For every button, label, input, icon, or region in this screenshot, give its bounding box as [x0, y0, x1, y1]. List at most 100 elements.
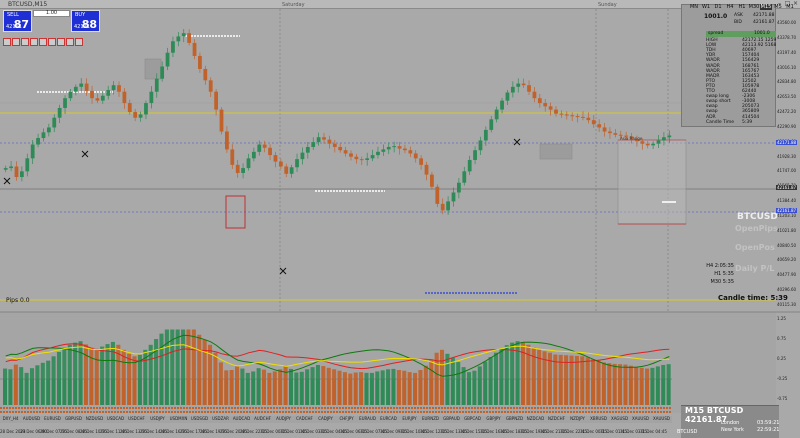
sell-button[interactable]: SELL 42161 87: [3, 10, 32, 32]
symbol-button[interactable]: AUDJPY: [273, 416, 294, 421]
strip-dot: [537, 407, 539, 409]
symbol-button[interactable]: CHFJPY: [336, 416, 357, 421]
timeframe-mn[interactable]: MN: [688, 4, 700, 10]
symbol-button[interactable]: USDMXN: [168, 416, 189, 421]
symbol-button[interactable]: AUDUSD: [21, 416, 42, 421]
tool-square-icon[interactable]: [3, 38, 11, 46]
timeframe-d1[interactable]: D1: [712, 4, 724, 10]
symbol-button[interactable]: XAUUSD: [651, 416, 672, 421]
strip-dot: [327, 407, 329, 409]
symbol-button[interactable]: CADJPY: [315, 416, 336, 421]
candle-body: [208, 80, 213, 92]
histogram-lower-bar: [601, 379, 606, 405]
symbol-button[interactable]: AUDCHF: [252, 416, 273, 421]
symbol-button[interactable]: USDSGD: [189, 416, 210, 421]
symbol-button[interactable]: DXY_H4: [0, 416, 21, 421]
tool-square-icon[interactable]: [21, 38, 29, 46]
tool-square-icon[interactable]: [66, 38, 74, 46]
shaded-zone: [539, 143, 573, 160]
symbol-button[interactable]: AUDCAD: [231, 416, 252, 421]
symbol-button[interactable]: GBPNZD: [504, 416, 525, 421]
strip-dot: [456, 411, 458, 413]
candle-body: [127, 103, 132, 113]
tool-square-icon[interactable]: [48, 38, 56, 46]
timeframe-m15[interactable]: M15: [760, 4, 772, 10]
strip-dot: [45, 411, 47, 413]
strip-dot: [366, 407, 368, 409]
timeframe-m30[interactable]: M30: [748, 4, 760, 10]
histogram-bar: [24, 372, 29, 379]
strip-dot: [435, 407, 437, 409]
symbol-button[interactable]: USDCAD: [105, 416, 126, 421]
symbol-button[interactable]: GBPCAD: [462, 416, 483, 421]
lot-size-input[interactable]: 1.00: [33, 10, 70, 17]
tool-square-icon[interactable]: [12, 38, 20, 46]
strip-dot: [201, 411, 203, 413]
symbol-button[interactable]: GBPJPY: [483, 416, 504, 421]
candle-body: [52, 117, 57, 128]
timer-h1: H1 5:35: [714, 271, 734, 277]
histogram-bar: [83, 344, 88, 379]
symbol-button[interactable]: EURCAD: [378, 416, 399, 421]
strip-dot: [333, 407, 335, 409]
timeframe-h4[interactable]: H4: [724, 4, 736, 10]
symbol-button[interactable]: EURJPY: [399, 416, 420, 421]
symbol-button[interactable]: USDCHF: [126, 416, 147, 421]
strip-dot: [576, 407, 578, 409]
symbol-button[interactable]: EURUSD: [42, 416, 63, 421]
histogram-lower-bar: [29, 379, 35, 405]
histogram-lower-bar: [8, 379, 13, 405]
tool-square-icon[interactable]: [75, 38, 83, 46]
histogram-bar: [596, 360, 601, 379]
symbol-button[interactable]: GBPAUD: [441, 416, 462, 421]
tool-square-icon[interactable]: [30, 38, 38, 46]
candle-body: [154, 78, 159, 92]
strip-dot: [234, 407, 236, 409]
histogram-lower-bar: [434, 379, 439, 405]
main-chart[interactable]: [0, 9, 800, 438]
tool-square-icon[interactable]: [57, 38, 65, 46]
strip-dot: [252, 411, 254, 413]
symbol-button[interactable]: USDZAR: [210, 416, 231, 421]
strip-dot: [69, 407, 71, 409]
strip-dot: [66, 411, 68, 413]
timeframe-h1[interactable]: H1: [736, 4, 748, 10]
histogram-lower-bar: [208, 379, 213, 405]
symbol-button[interactable]: XAGUSD: [609, 416, 630, 421]
strip-dot: [513, 411, 515, 413]
strip-dot: [558, 407, 560, 409]
symbol-button[interactable]: EURNZD: [420, 416, 441, 421]
strip-dot: [630, 411, 632, 413]
symbol-button[interactable]: XBRUSD: [588, 416, 609, 421]
price-tick-label: 40296.60: [777, 287, 797, 293]
tool-square-icon[interactable]: [39, 38, 47, 46]
strip-dot: [447, 411, 449, 413]
strip-dot: [168, 411, 170, 413]
strip-dot: [393, 407, 395, 409]
symbol-button[interactable]: NZDCAD: [525, 416, 546, 421]
symbol-button[interactable]: EURAUD: [357, 416, 378, 421]
candle-body: [370, 155, 375, 159]
symbol-button[interactable]: USDJPY: [147, 416, 168, 421]
symbol-button[interactable]: XAUUSD: [630, 416, 651, 421]
strip-dot: [105, 407, 107, 409]
symbol-button[interactable]: GBPUSD: [63, 416, 84, 421]
candle-body: [273, 155, 278, 162]
timeframe-m1[interactable]: M1: [784, 4, 796, 10]
symbol-button[interactable]: CADCHF: [294, 416, 315, 421]
histogram-lower-bar: [407, 379, 412, 405]
symbol-button[interactable]: NZDCHF: [546, 416, 567, 421]
timeframe-m5[interactable]: M5: [772, 4, 784, 10]
time-tick-label: 30 Dec 22:45: [560, 429, 587, 434]
candle-body: [106, 90, 111, 96]
buy-button[interactable]: BUY 42171 88: [71, 10, 100, 32]
symbol-button[interactable]: NZDUSD: [84, 416, 105, 421]
histogram-lower-bar: [13, 379, 18, 405]
histogram-bar: [645, 368, 650, 379]
candle-body: [100, 95, 105, 101]
histogram-bar: [234, 366, 240, 379]
histogram-bar: [137, 354, 142, 379]
symbol-button[interactable]: NZDJPY: [567, 416, 588, 421]
timeframe-w1[interactable]: W1: [700, 4, 712, 10]
histogram-lower-bar: [310, 379, 315, 405]
